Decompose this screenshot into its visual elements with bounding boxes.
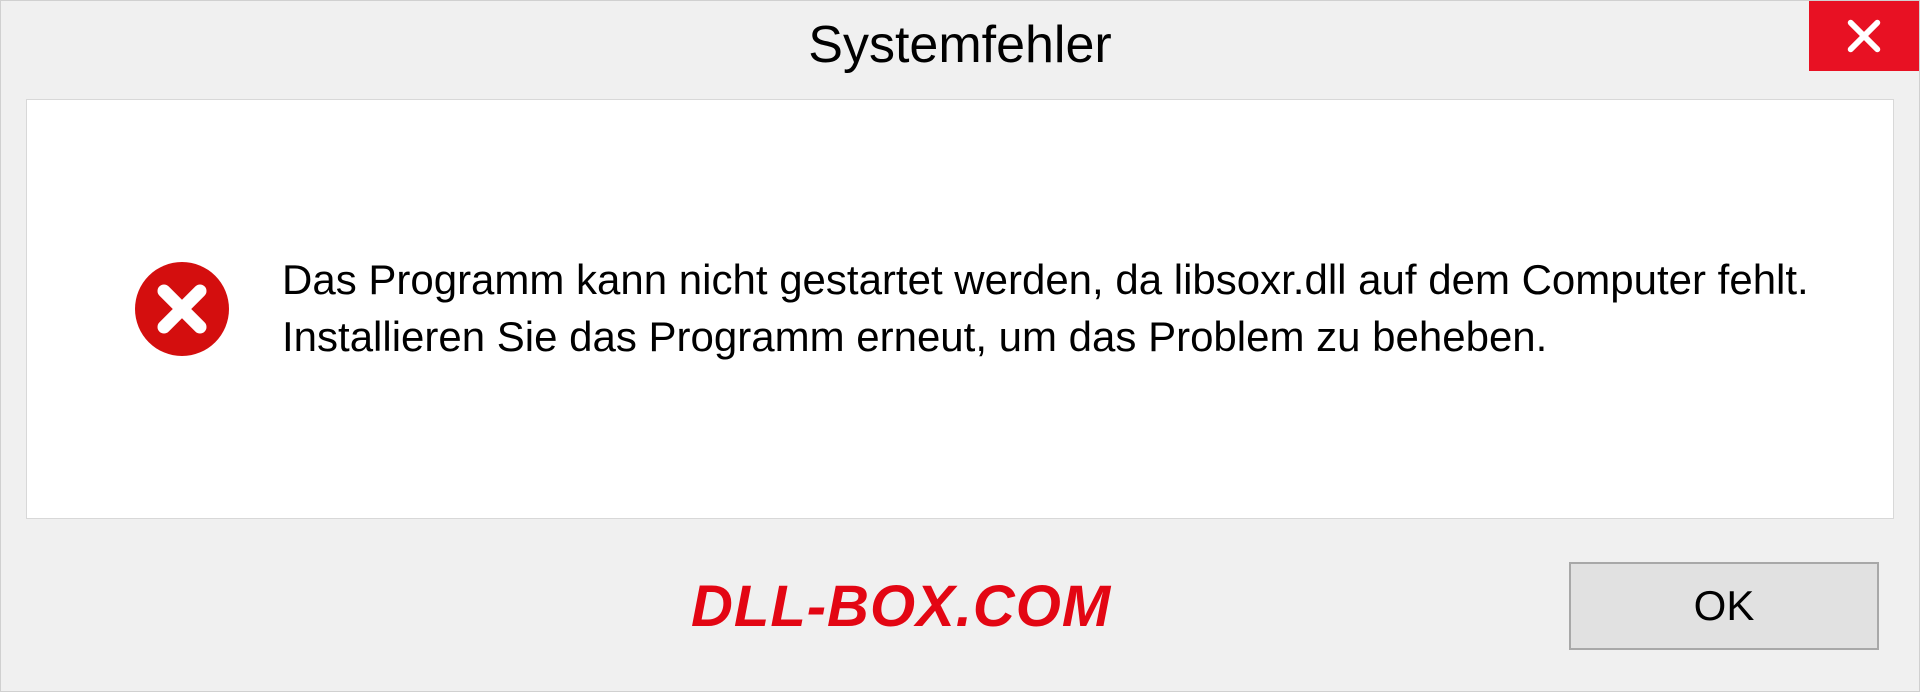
dialog-footer: DLL-BOX.COM OK <box>1 521 1919 691</box>
error-dialog: Systemfehler Das Programm kann nicht ges… <box>0 0 1920 692</box>
titlebar: Systemfehler <box>1 1 1919 89</box>
content-wrapper: Das Programm kann nicht gestartet werden… <box>1 89 1919 521</box>
close-button[interactable] <box>1809 1 1919 71</box>
error-message: Das Programm kann nicht gestartet werden… <box>282 252 1843 365</box>
close-icon <box>1844 16 1884 56</box>
watermark-text: DLL-BOX.COM <box>691 573 1111 640</box>
error-icon <box>132 259 232 359</box>
content-panel: Das Programm kann nicht gestartet werden… <box>26 99 1894 519</box>
ok-button[interactable]: OK <box>1569 562 1879 650</box>
dialog-title: Systemfehler <box>808 15 1111 75</box>
